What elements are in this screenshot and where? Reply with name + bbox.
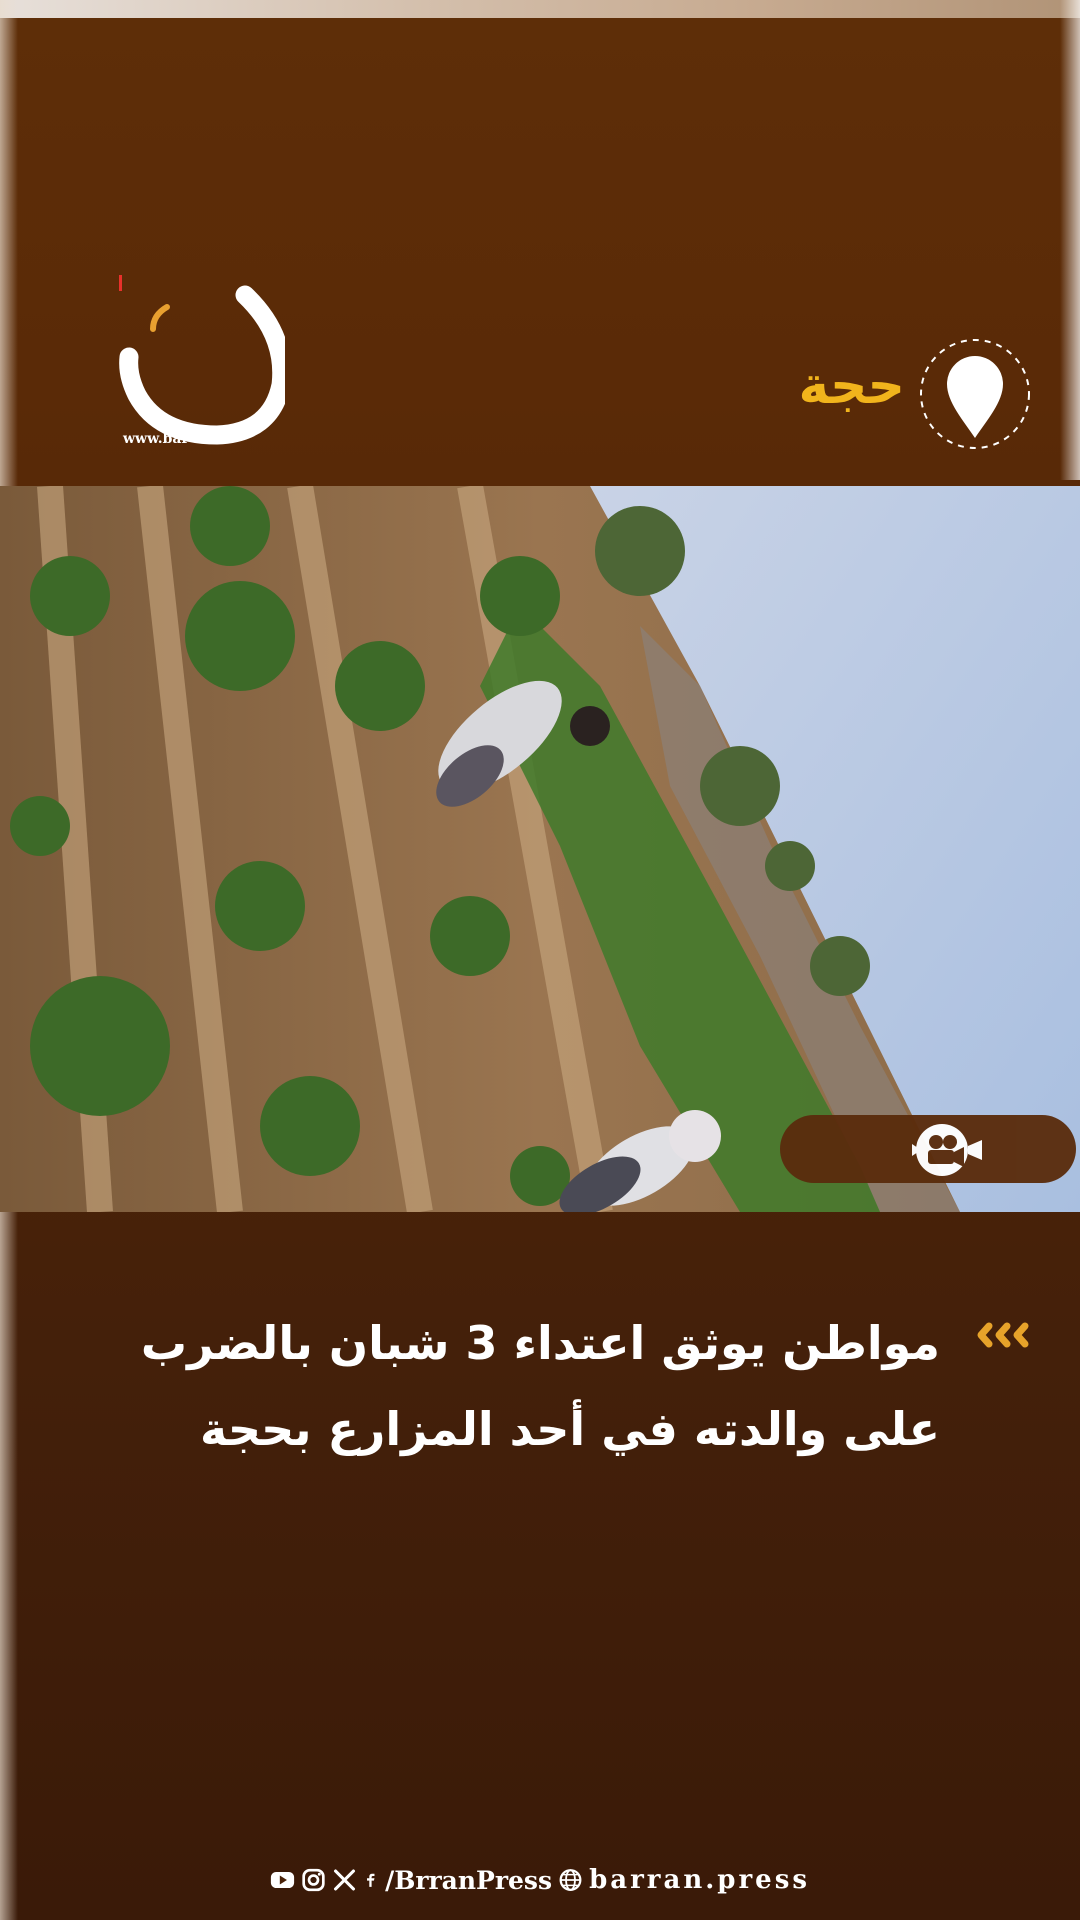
video-camera-icon bbox=[912, 1124, 982, 1176]
headline-line-2: على والدته في أحد المزارع بحجة bbox=[200, 1402, 940, 1456]
right-edge-glow bbox=[1060, 0, 1080, 480]
video-badge bbox=[780, 1115, 1076, 1183]
news-photo bbox=[0, 486, 1080, 1212]
website-link[interactable]: barran.press bbox=[589, 1865, 810, 1895]
location-label: حجة bbox=[798, 356, 906, 416]
headline-line-1: مواطن يوثق اعتداء 3 شبان بالضرب bbox=[140, 1316, 940, 1370]
location-pin-icon bbox=[920, 339, 1030, 449]
headline: مواطن يوثق اعتداء 3 شبان بالضرب على والد… bbox=[80, 1300, 940, 1472]
facebook-icon[interactable] bbox=[363, 1866, 379, 1894]
x-icon[interactable] bbox=[332, 1866, 357, 1894]
youtube-icon[interactable] bbox=[270, 1866, 295, 1894]
instagram-icon[interactable] bbox=[301, 1866, 326, 1894]
logo-url: www.bar bbox=[123, 431, 189, 447]
globe-icon bbox=[559, 1869, 582, 1891]
social-handle[interactable]: /BrranPress bbox=[385, 1866, 552, 1895]
footer: /BrranPress barran.press bbox=[270, 1860, 810, 1900]
logo-mark-icon bbox=[119, 275, 285, 445]
top-edge-glow bbox=[0, 0, 1080, 18]
triple-chevron-icon bbox=[977, 1322, 1029, 1348]
